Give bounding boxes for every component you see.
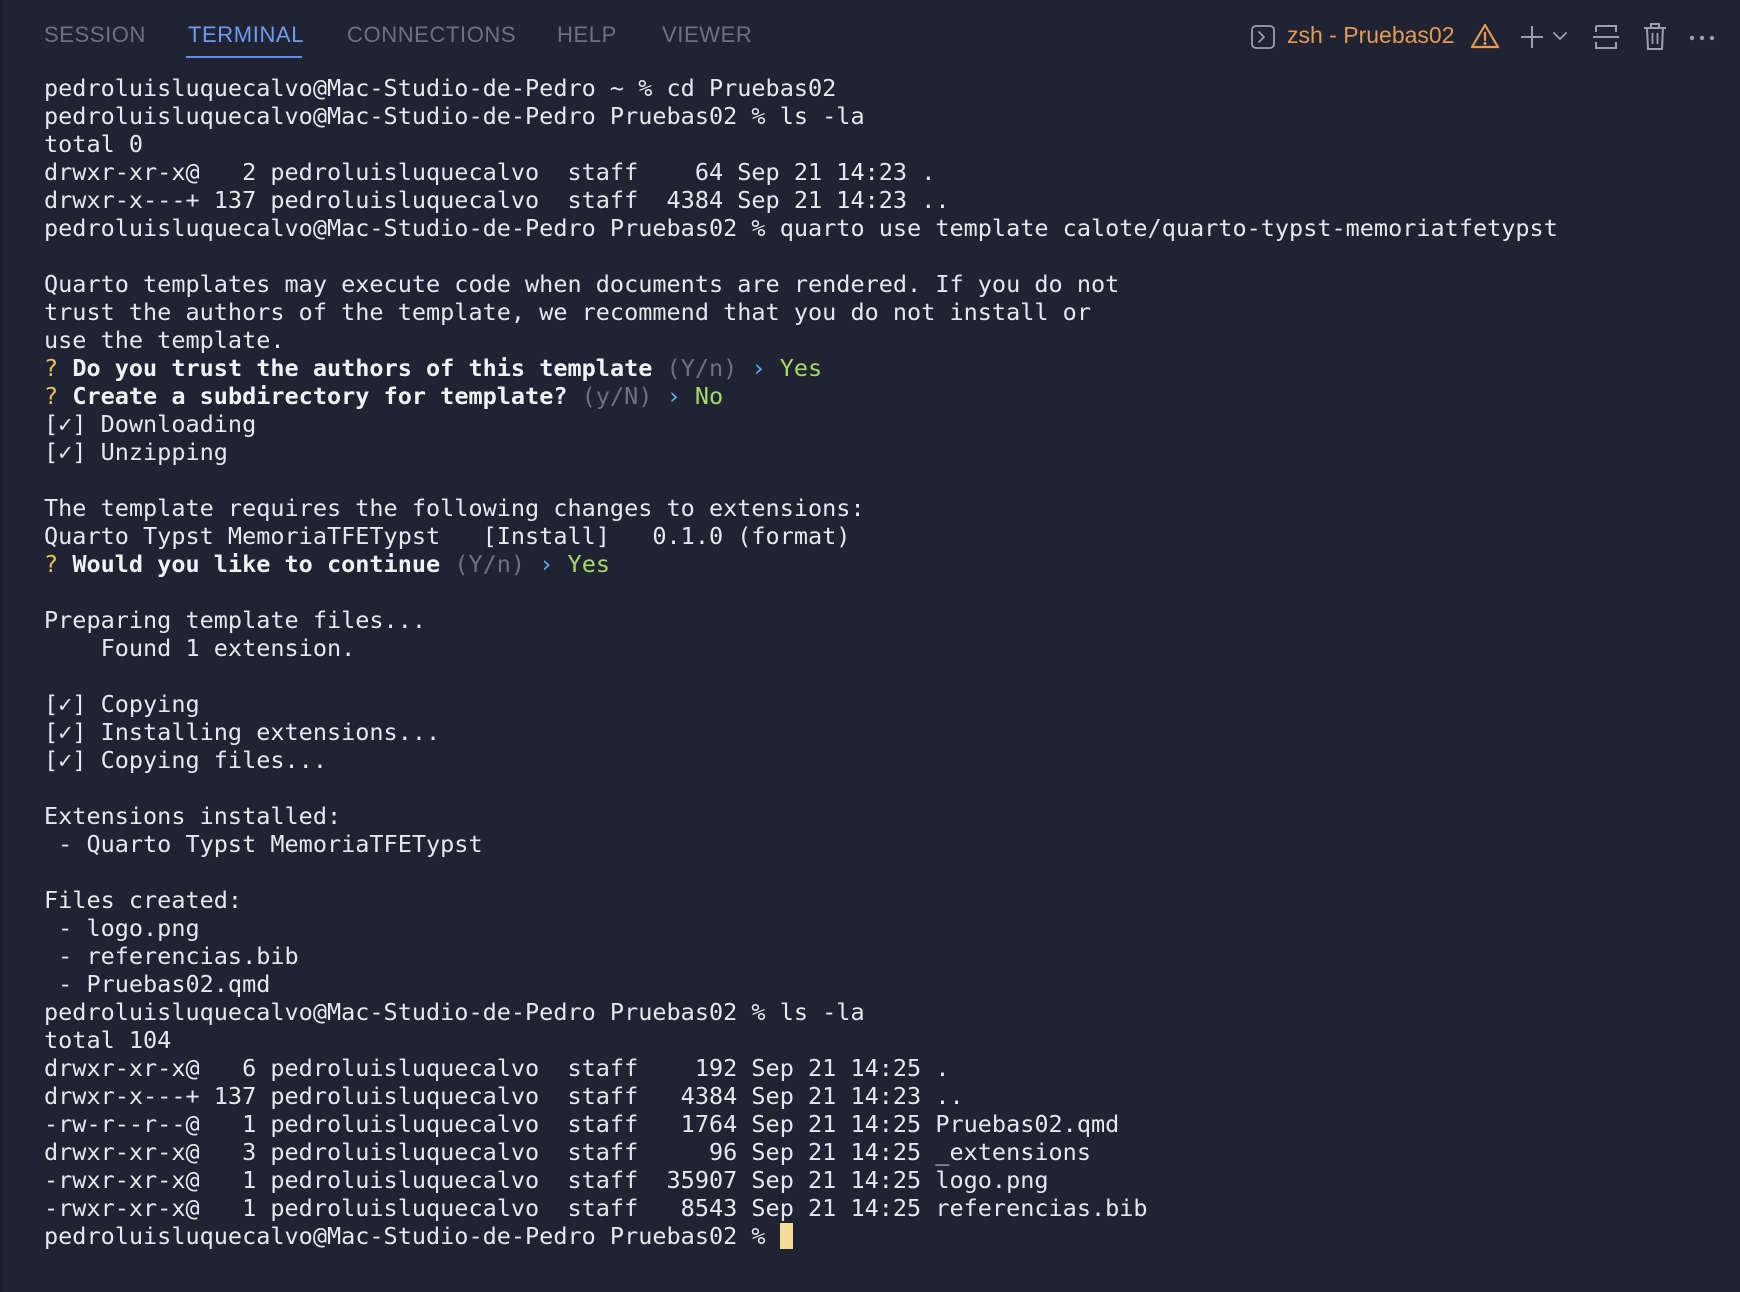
shell-name-label[interactable]: zsh - Pruebas02 <box>1287 22 1454 49</box>
terminal-line: Preparing template files... <box>44 606 427 634</box>
terminal-line: trust the authors of the template, we re… <box>44 298 1091 326</box>
terminal-line: drwxr-x---+ 137 pedroluisluquecalvo staf… <box>44 186 950 214</box>
app-window: SESSION TERMINAL CONNECTIONS HELP VIEWER… <box>0 0 1740 1292</box>
terminal-line: pedroluisluquecalvo@Mac-Studio-de-Pedro … <box>44 102 865 130</box>
terminal-line: drwxr-xr-x@ 2 pedroluisluquecalvo staff … <box>44 158 936 186</box>
prompt-question-mark: ? <box>44 382 59 410</box>
panel-tab-bar: SESSION TERMINAL CONNECTIONS HELP VIEWER… <box>0 0 1740 74</box>
plus-icon[interactable] <box>1518 23 1546 51</box>
prompt-question: Do you trust the authors of this templat… <box>72 354 653 382</box>
tab-session[interactable]: SESSION <box>44 22 146 48</box>
prompt-answer: Yes <box>779 354 823 382</box>
prompt-hint: (Y/n) <box>666 354 738 382</box>
tab-viewer[interactable]: VIEWER <box>662 22 752 48</box>
terminal-line: Found 1 extension. <box>44 634 356 662</box>
prompt-arrow: › <box>539 550 554 578</box>
prompt-hint: (y/N) <box>581 382 653 410</box>
terminal-line: [✓] Downloading <box>44 410 257 438</box>
prompt-question-mark: ? <box>44 354 59 382</box>
terminal-line: [✓] Copying <box>44 690 200 718</box>
terminal-output[interactable]: pedroluisluquecalvo@Mac-Studio-de-Pedro … <box>44 74 1734 1250</box>
terminal-line: Extensions installed: <box>44 802 342 830</box>
terminal-line: use the template. <box>44 326 285 354</box>
terminal-line: Files created: <box>44 886 243 914</box>
more-icon[interactable] <box>1688 34 1716 42</box>
terminal-line: drwxr-xr-x@ 6 pedroluisluquecalvo staff … <box>44 1054 950 1082</box>
terminal-line: total 0 <box>44 130 144 158</box>
terminal-line: pedroluisluquecalvo@Mac-Studio-de-Pedro … <box>44 214 1558 242</box>
tab-help[interactable]: HELP <box>557 22 617 48</box>
terminal-line: - Quarto Typst MemoriaTFETypst <box>44 830 483 858</box>
terminal-line: -rw-r--r--@ 1 pedroluisluquecalvo staff … <box>44 1110 1120 1138</box>
terminal-line: drwxr-xr-x@ 3 pedroluisluquecalvo staff … <box>44 1138 1091 1166</box>
active-prompt-line[interactable]: pedroluisluquecalvo@Mac-Studio-de-Pedro … <box>44 1222 1734 1250</box>
terminal-line: [✓] Copying files... <box>44 746 327 774</box>
prompt-answer: Yes <box>567 550 610 578</box>
terminal-line: -rwxr-xr-x@ 1 pedroluisluquecalvo staff … <box>44 1194 1148 1222</box>
tab-connections[interactable]: CONNECTIONS <box>347 22 516 48</box>
terminal-icon[interactable] <box>1250 24 1276 50</box>
left-edge <box>0 0 3 1292</box>
terminal-line: The template requires the following chan… <box>44 494 865 522</box>
terminal-line: total 104 <box>44 1026 172 1054</box>
subdirectory-prompt-line: ? Create a subdirectory for template? (y… <box>44 382 1734 410</box>
prompt-hint: (Y/n) <box>454 550 526 578</box>
tab-terminal[interactable]: TERMINAL <box>188 22 304 48</box>
terminal-line: pedroluisluquecalvo@Mac-Studio-de-Pedro … <box>44 74 837 102</box>
terminal-line: pedroluisluquecalvo@Mac-Studio-de-Pedro … <box>44 998 865 1026</box>
active-tab-indicator <box>186 56 302 58</box>
terminal-line: - referencias.bib <box>44 942 299 970</box>
warning-icon[interactable] <box>1470 22 1500 50</box>
trust-prompt-line: ? Do you trust the authors of this templ… <box>44 354 1734 382</box>
prompt-question: Would you like to continue <box>72 550 441 578</box>
prompt-question-mark: ? <box>44 550 59 578</box>
trash-icon[interactable] <box>1642 22 1668 52</box>
shell-prompt: pedroluisluquecalvo@Mac-Studio-de-Pedro … <box>44 1222 780 1250</box>
prompt-arrow: › <box>751 354 766 382</box>
prompt-answer: No <box>694 382 724 410</box>
terminal-line: [✓] Installing extensions... <box>44 718 441 746</box>
continue-prompt-line: ? Would you like to continue (Y/n) › Yes <box>44 550 1734 578</box>
prompt-arrow: › <box>666 382 681 410</box>
terminal-line: drwxr-x---+ 137 pedroluisluquecalvo staf… <box>44 1082 964 1110</box>
prompt-question: Create a subdirectory for template? <box>72 382 568 410</box>
chevron-down-icon[interactable] <box>1552 30 1568 42</box>
terminal-line: - logo.png <box>44 914 200 942</box>
split-terminal-icon[interactable] <box>1592 22 1620 52</box>
terminal-line: - Pruebas02.qmd <box>44 970 271 998</box>
terminal-line: -rwxr-xr-x@ 1 pedroluisluquecalvo staff … <box>44 1166 1049 1194</box>
terminal-cursor <box>779 1223 793 1249</box>
terminal-line: [✓] Unzipping <box>44 438 228 466</box>
terminal-line: Quarto templates may execute code when d… <box>44 270 1120 298</box>
terminal-line: Quarto Typst MemoriaTFETypst [Install] 0… <box>44 522 851 550</box>
